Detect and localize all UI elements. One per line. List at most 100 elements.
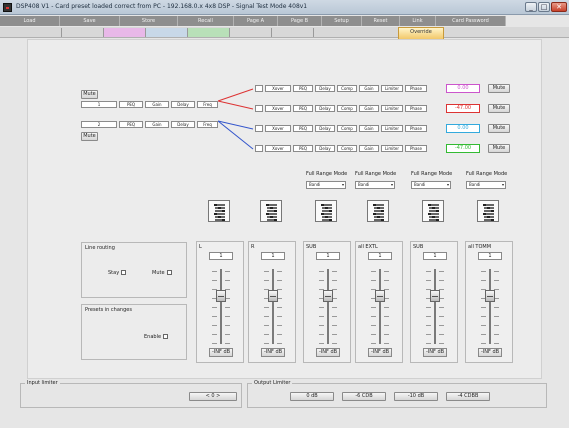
equalizer-icon[interactable] — [477, 200, 499, 222]
input-2-freq[interactable]: Freq — [197, 121, 218, 128]
sub-tab-1[interactable] — [20, 28, 62, 37]
tab-override[interactable]: Override — [398, 27, 444, 39]
menu-tab-card-password[interactable]: Card Password — [436, 16, 506, 26]
output-2-chip-5[interactable]: Comp — [337, 105, 357, 112]
input-2-peq[interactable]: PEQ — [119, 121, 143, 128]
output-4-chip-1[interactable] — [255, 145, 263, 152]
output-level-button-2[interactable]: -6 CDB — [342, 392, 386, 401]
channel-level-readout[interactable]: -INF dB — [261, 348, 285, 357]
output-3-chip-2[interactable]: Xover — [265, 125, 291, 132]
output-3-chip-1[interactable] — [255, 125, 263, 132]
fader-track[interactable] — [379, 269, 381, 344]
filter-mode-select-3[interactable]: Bandi ▾ — [411, 181, 451, 189]
channel-gain-input[interactable]: 1 — [423, 252, 447, 260]
output-level-button-4[interactable]: -4 CDBB — [446, 392, 490, 401]
output-1-chip-8[interactable]: Phase — [405, 85, 427, 92]
output-4-chip-3[interactable]: PEQ — [293, 145, 313, 152]
channel-level-readout[interactable]: -INF dB — [423, 348, 447, 357]
output-2-chip-7[interactable]: Limiter — [381, 105, 403, 112]
output-1-mute-button[interactable]: Mute — [488, 84, 510, 93]
equalizer-icon[interactable] — [367, 200, 389, 222]
output-4-chip-2[interactable]: Xover — [265, 145, 291, 152]
close-button[interactable]: ✕ — [551, 2, 567, 12]
input-2-id[interactable]: 2 — [81, 121, 117, 128]
sub-tab-7[interactable] — [272, 28, 314, 37]
filter-mode-select-1[interactable]: Bandi ▾ — [306, 181, 346, 189]
mute-option[interactable]: Mute — [152, 270, 172, 276]
channel-gain-input[interactable]: 1 — [209, 252, 233, 260]
stay-option[interactable]: Stay — [108, 270, 127, 276]
input-2-delay[interactable]: Delay — [171, 121, 195, 128]
sub-tab-3[interactable] — [104, 28, 146, 37]
filter-mode-select-4[interactable]: Bandi ▾ — [466, 181, 506, 189]
menu-tab-page-b[interactable]: Page B — [278, 16, 322, 26]
output-2-chip-8[interactable]: Phase — [405, 105, 427, 112]
fader-thumb[interactable] — [268, 290, 278, 302]
output-4-chip-5[interactable]: Comp — [337, 145, 357, 152]
sub-tab-2[interactable] — [62, 28, 104, 37]
input-1-gain[interactable]: Gain — [145, 101, 169, 108]
output-2-chip-6[interactable]: Gain — [359, 105, 379, 112]
output-1-chip-1[interactable] — [255, 85, 263, 92]
output-3-chip-7[interactable]: Limiter — [381, 125, 403, 132]
channel-level-readout[interactable]: -INF dB — [209, 348, 233, 357]
sub-tab-6[interactable] — [230, 28, 272, 37]
output-level-button-1[interactable]: 0 dB — [290, 392, 334, 401]
mute-checkbox[interactable] — [166, 270, 172, 275]
fader-track[interactable] — [220, 269, 222, 344]
channel-gain-input[interactable]: 1 — [316, 252, 340, 260]
fader-track[interactable] — [327, 269, 329, 344]
output-4-chip-7[interactable]: Limiter — [381, 145, 403, 152]
menu-tab-recall[interactable]: Recall — [178, 16, 234, 26]
output-4-chip-8[interactable]: Phase — [405, 145, 427, 152]
fader-thumb[interactable] — [216, 290, 226, 302]
output-4-chip-6[interactable]: Gain — [359, 145, 379, 152]
equalizer-icon[interactable] — [422, 200, 444, 222]
output-3-chip-5[interactable]: Comp — [337, 125, 357, 132]
channel-gain-input[interactable]: 1 — [261, 252, 285, 260]
output-3-chip-8[interactable]: Phase — [405, 125, 427, 132]
sub-tab-5[interactable] — [188, 28, 230, 37]
minimize-button[interactable]: _ — [525, 2, 537, 12]
filter-mode-select-2[interactable]: Bandi ▾ — [355, 181, 395, 189]
channel-level-readout[interactable]: -INF dB — [316, 348, 340, 357]
enable-option[interactable]: Enable — [144, 334, 169, 340]
output-1-chip-7[interactable]: Limiter — [381, 85, 403, 92]
fader-thumb[interactable] — [485, 290, 495, 302]
input-1-delay[interactable]: Delay — [171, 101, 195, 108]
channel-level-readout[interactable]: -INF dB — [368, 348, 392, 357]
menu-tab-load[interactable]: Load — [0, 16, 60, 26]
output-3-chip-3[interactable]: PEQ — [293, 125, 313, 132]
channel-level-readout[interactable]: -INF dB — [478, 348, 502, 357]
fader-track[interactable] — [272, 269, 274, 344]
menu-tab-store[interactable]: Store — [120, 16, 178, 26]
maximize-button[interactable]: □ — [538, 2, 550, 12]
channel-gain-input[interactable]: 1 — [478, 252, 502, 260]
input-1-id[interactable]: 1 — [81, 101, 117, 108]
input-1-peq[interactable]: PEQ — [119, 101, 143, 108]
output-1-chip-6[interactable]: Gain — [359, 85, 379, 92]
channel-gain-input[interactable]: 1 — [368, 252, 392, 260]
equalizer-icon[interactable] — [208, 200, 230, 222]
output-1-chip-5[interactable]: Comp — [337, 85, 357, 92]
output-1-chip-4[interactable]: Delay — [315, 85, 335, 92]
output-4-chip-4[interactable]: Delay — [315, 145, 335, 152]
menu-tab-link[interactable]: Link — [400, 16, 436, 26]
output-4-mute-button[interactable]: Mute — [488, 144, 510, 153]
output-3-chip-4[interactable]: Delay — [315, 125, 335, 132]
enable-checkbox[interactable] — [163, 334, 169, 339]
output-level-button-3[interactable]: -10 dB — [394, 392, 438, 401]
input-limiter-stepper[interactable]: < 0 > — [189, 392, 237, 401]
input-mute-button-top[interactable]: Mute — [81, 90, 98, 99]
output-2-chip-2[interactable]: Xover — [265, 105, 291, 112]
menu-tab-save[interactable]: Save — [60, 16, 120, 26]
output-1-chip-2[interactable]: Xover — [265, 85, 291, 92]
menu-tab-setup[interactable]: Setup — [322, 16, 362, 26]
stay-checkbox[interactable] — [121, 270, 127, 275]
sub-tab-4[interactable] — [146, 28, 188, 37]
input-2-gain[interactable]: Gain — [145, 121, 169, 128]
fader-thumb[interactable] — [323, 290, 333, 302]
output-2-chip-3[interactable]: PEQ — [293, 105, 313, 112]
fader-thumb[interactable] — [430, 290, 440, 302]
input-mute-button-bottom[interactable]: Mute — [81, 132, 98, 141]
